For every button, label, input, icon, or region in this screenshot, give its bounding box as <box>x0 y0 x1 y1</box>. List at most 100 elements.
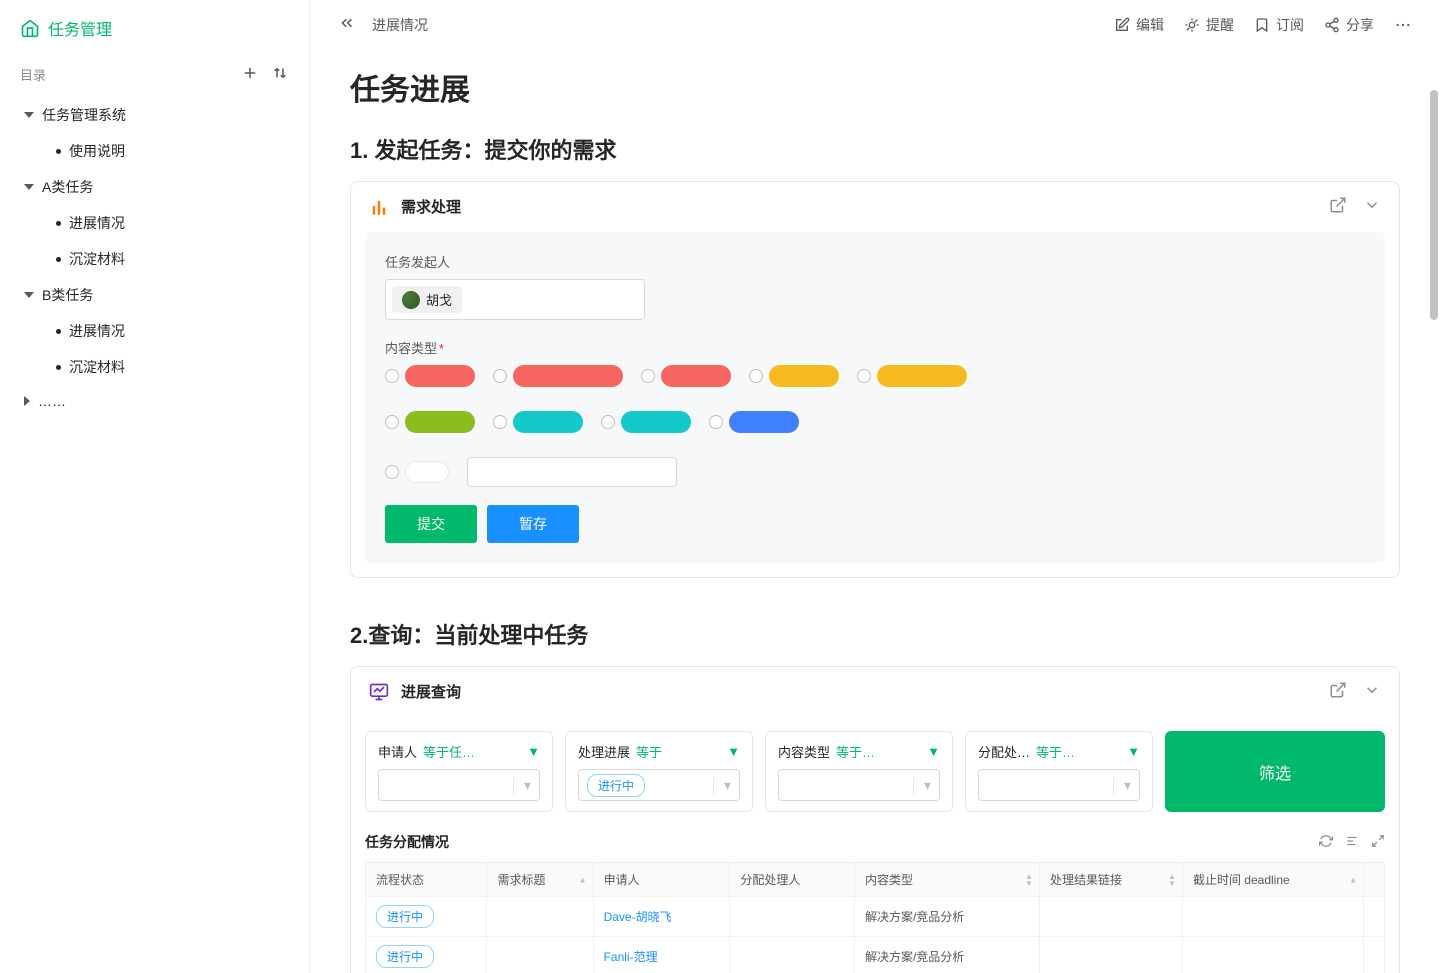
radio-option[interactable] <box>641 365 731 387</box>
filter-applicant: 申请人 等于任… ▼ ▾ <box>365 731 553 812</box>
caret-down-icon <box>24 184 34 190</box>
card-query-header: 进展查询 <box>351 667 1399 717</box>
option-pill <box>769 365 839 387</box>
radio-option[interactable] <box>385 411 475 433</box>
col-status[interactable]: 流程状态 <box>366 863 487 897</box>
radio-icon <box>601 415 615 429</box>
dropdown-icon: ▾ <box>513 777 531 794</box>
card-query-title: 进展查询 <box>401 681 1317 702</box>
col-applicant[interactable]: 申请人 <box>593 863 730 897</box>
radio-option[interactable] <box>385 365 475 387</box>
table-title: 任务分配情况 <box>365 832 1319 852</box>
share-button[interactable]: 分享 <box>1324 15 1374 35</box>
filter-input[interactable]: ▾ <box>378 769 540 801</box>
tree-node-task-system[interactable]: 任务管理系统 <box>20 97 289 133</box>
radio-icon <box>385 415 399 429</box>
scrollbar[interactable] <box>1430 90 1438 320</box>
radio-icon <box>709 415 723 429</box>
filter-header[interactable]: 分配处… 等于… ▼ <box>978 742 1140 761</box>
card-request: 需求处理 任务发起人 胡戈 内容类型* <box>350 181 1400 578</box>
chevron-down-icon[interactable] <box>1363 196 1381 217</box>
filter-input[interactable]: ▾ <box>978 769 1140 801</box>
tree-node-b-tasks[interactable]: B类任务 <box>20 277 289 313</box>
main: 进展情况 编辑 提醒 订阅 分享 <box>310 0 1440 973</box>
table-row[interactable]: 进行中 Dave-胡晓飞 解决方案/竞品分析 <box>366 897 1385 937</box>
refresh-icon[interactable] <box>1319 834 1333 851</box>
filter-header[interactable]: 申请人 等于任… ▼ <box>378 742 540 761</box>
filter-assignee: 分配处… 等于… ▼ ▾ <box>965 731 1153 812</box>
save-draft-button[interactable]: 暂存 <box>487 505 579 543</box>
caret-right-icon <box>24 396 30 406</box>
radio-option[interactable] <box>385 457 449 487</box>
settings-icon[interactable] <box>1345 834 1359 851</box>
col-deadline[interactable]: 截止时间 deadline▲ <box>1182 863 1363 897</box>
edit-button[interactable]: 编辑 <box>1114 15 1164 35</box>
radio-icon <box>749 369 763 383</box>
col-assignee[interactable]: 分配处理人 <box>730 863 855 897</box>
initiator-input[interactable]: 胡戈 <box>385 279 645 320</box>
radio-icon <box>385 369 399 383</box>
filter-input[interactable]: 进行中▾ <box>578 769 740 801</box>
open-external-icon[interactable] <box>1329 681 1347 702</box>
sidebar-tree: 任务管理系统 使用说明 A类任务 进展情况 沉淀材料 B类任务 进展情况 沉淀材… <box>20 97 289 417</box>
collapse-sidebar-icon[interactable] <box>338 14 356 35</box>
label-content-type: 内容类型* <box>385 338 1365 357</box>
col-content-type[interactable]: 内容类型▲▼ <box>854 863 1039 897</box>
chevron-down-icon[interactable] <box>1363 681 1381 702</box>
more-icon[interactable] <box>1394 16 1412 34</box>
tree-node-a-tasks[interactable]: A类任务 <box>20 169 289 205</box>
radio-icon <box>493 415 507 429</box>
option-pill <box>513 365 623 387</box>
filter-button[interactable]: 筛选 <box>1165 731 1385 812</box>
radio-option[interactable] <box>493 365 623 387</box>
option-pill <box>405 411 475 433</box>
submit-button[interactable]: 提交 <box>385 505 477 543</box>
radio-option[interactable] <box>601 411 691 433</box>
caret-down-icon <box>24 112 34 118</box>
topbar: 进展情况 编辑 提醒 订阅 分享 <box>310 0 1440 49</box>
tree-node-a-materials[interactable]: 沉淀材料 <box>20 241 289 277</box>
sort-icon[interactable] <box>271 64 289 85</box>
table-section: 任务分配情况 流程状态 需求标题▲ 申请人 <box>351 826 1399 973</box>
radio-option[interactable] <box>709 411 799 433</box>
avatar-icon <box>402 291 420 309</box>
open-external-icon[interactable] <box>1329 196 1347 217</box>
table-title-row: 任务分配情况 <box>365 826 1385 862</box>
col-title[interactable]: 需求标题▲ <box>487 863 593 897</box>
caret-down-icon: ▼ <box>1127 744 1140 759</box>
status-badge: 进行中 <box>376 905 434 928</box>
tree-node-more[interactable]: …… <box>20 385 289 417</box>
option-pill <box>405 365 475 387</box>
tree-node-a-progress[interactable]: 进展情况 <box>20 205 289 241</box>
radio-icon <box>857 369 871 383</box>
radio-icon <box>641 369 655 383</box>
dropdown-icon: ▾ <box>913 777 931 794</box>
table-row[interactable]: 进行中 Fanli-范理 解决方案/竞品分析 <box>366 937 1385 973</box>
remind-button[interactable]: 提醒 <box>1184 15 1234 35</box>
col-spacer <box>1364 863 1385 897</box>
filter-input[interactable]: ▾ <box>778 769 940 801</box>
filter-tag[interactable]: 进行中 <box>587 774 645 797</box>
tree-node-usage[interactable]: 使用说明 <box>20 133 289 169</box>
filter-header[interactable]: 处理进展 等于 ▼ <box>578 742 740 761</box>
subscribe-button[interactable]: 订阅 <box>1254 15 1304 35</box>
filter-header[interactable]: 内容类型 等于… ▼ <box>778 742 940 761</box>
tree-node-b-progress[interactable]: 进展情况 <box>20 313 289 349</box>
page-title: 任务进展 <box>350 65 1400 109</box>
radio-option[interactable] <box>857 365 967 387</box>
fullscreen-icon[interactable] <box>1371 834 1385 851</box>
radio-option[interactable] <box>749 365 839 387</box>
col-result-link[interactable]: 处理结果链接▲▼ <box>1039 863 1182 897</box>
applicant-link[interactable]: Dave-胡晓飞 <box>604 910 672 924</box>
bullet-icon <box>56 329 61 334</box>
caret-down-icon: ▼ <box>527 744 540 759</box>
option-pill <box>729 411 799 433</box>
radio-icon <box>385 465 399 479</box>
user-pill[interactable]: 胡戈 <box>392 286 462 313</box>
other-input[interactable] <box>467 457 677 487</box>
applicant-link[interactable]: Fanli-范理 <box>604 950 658 964</box>
add-icon[interactable] <box>241 64 259 85</box>
tree-node-b-materials[interactable]: 沉淀材料 <box>20 349 289 385</box>
radio-option[interactable] <box>493 411 583 433</box>
filters-row: 申请人 等于任… ▼ ▾ 处理进展 等于 ▼ 进行中▾ <box>351 717 1399 826</box>
